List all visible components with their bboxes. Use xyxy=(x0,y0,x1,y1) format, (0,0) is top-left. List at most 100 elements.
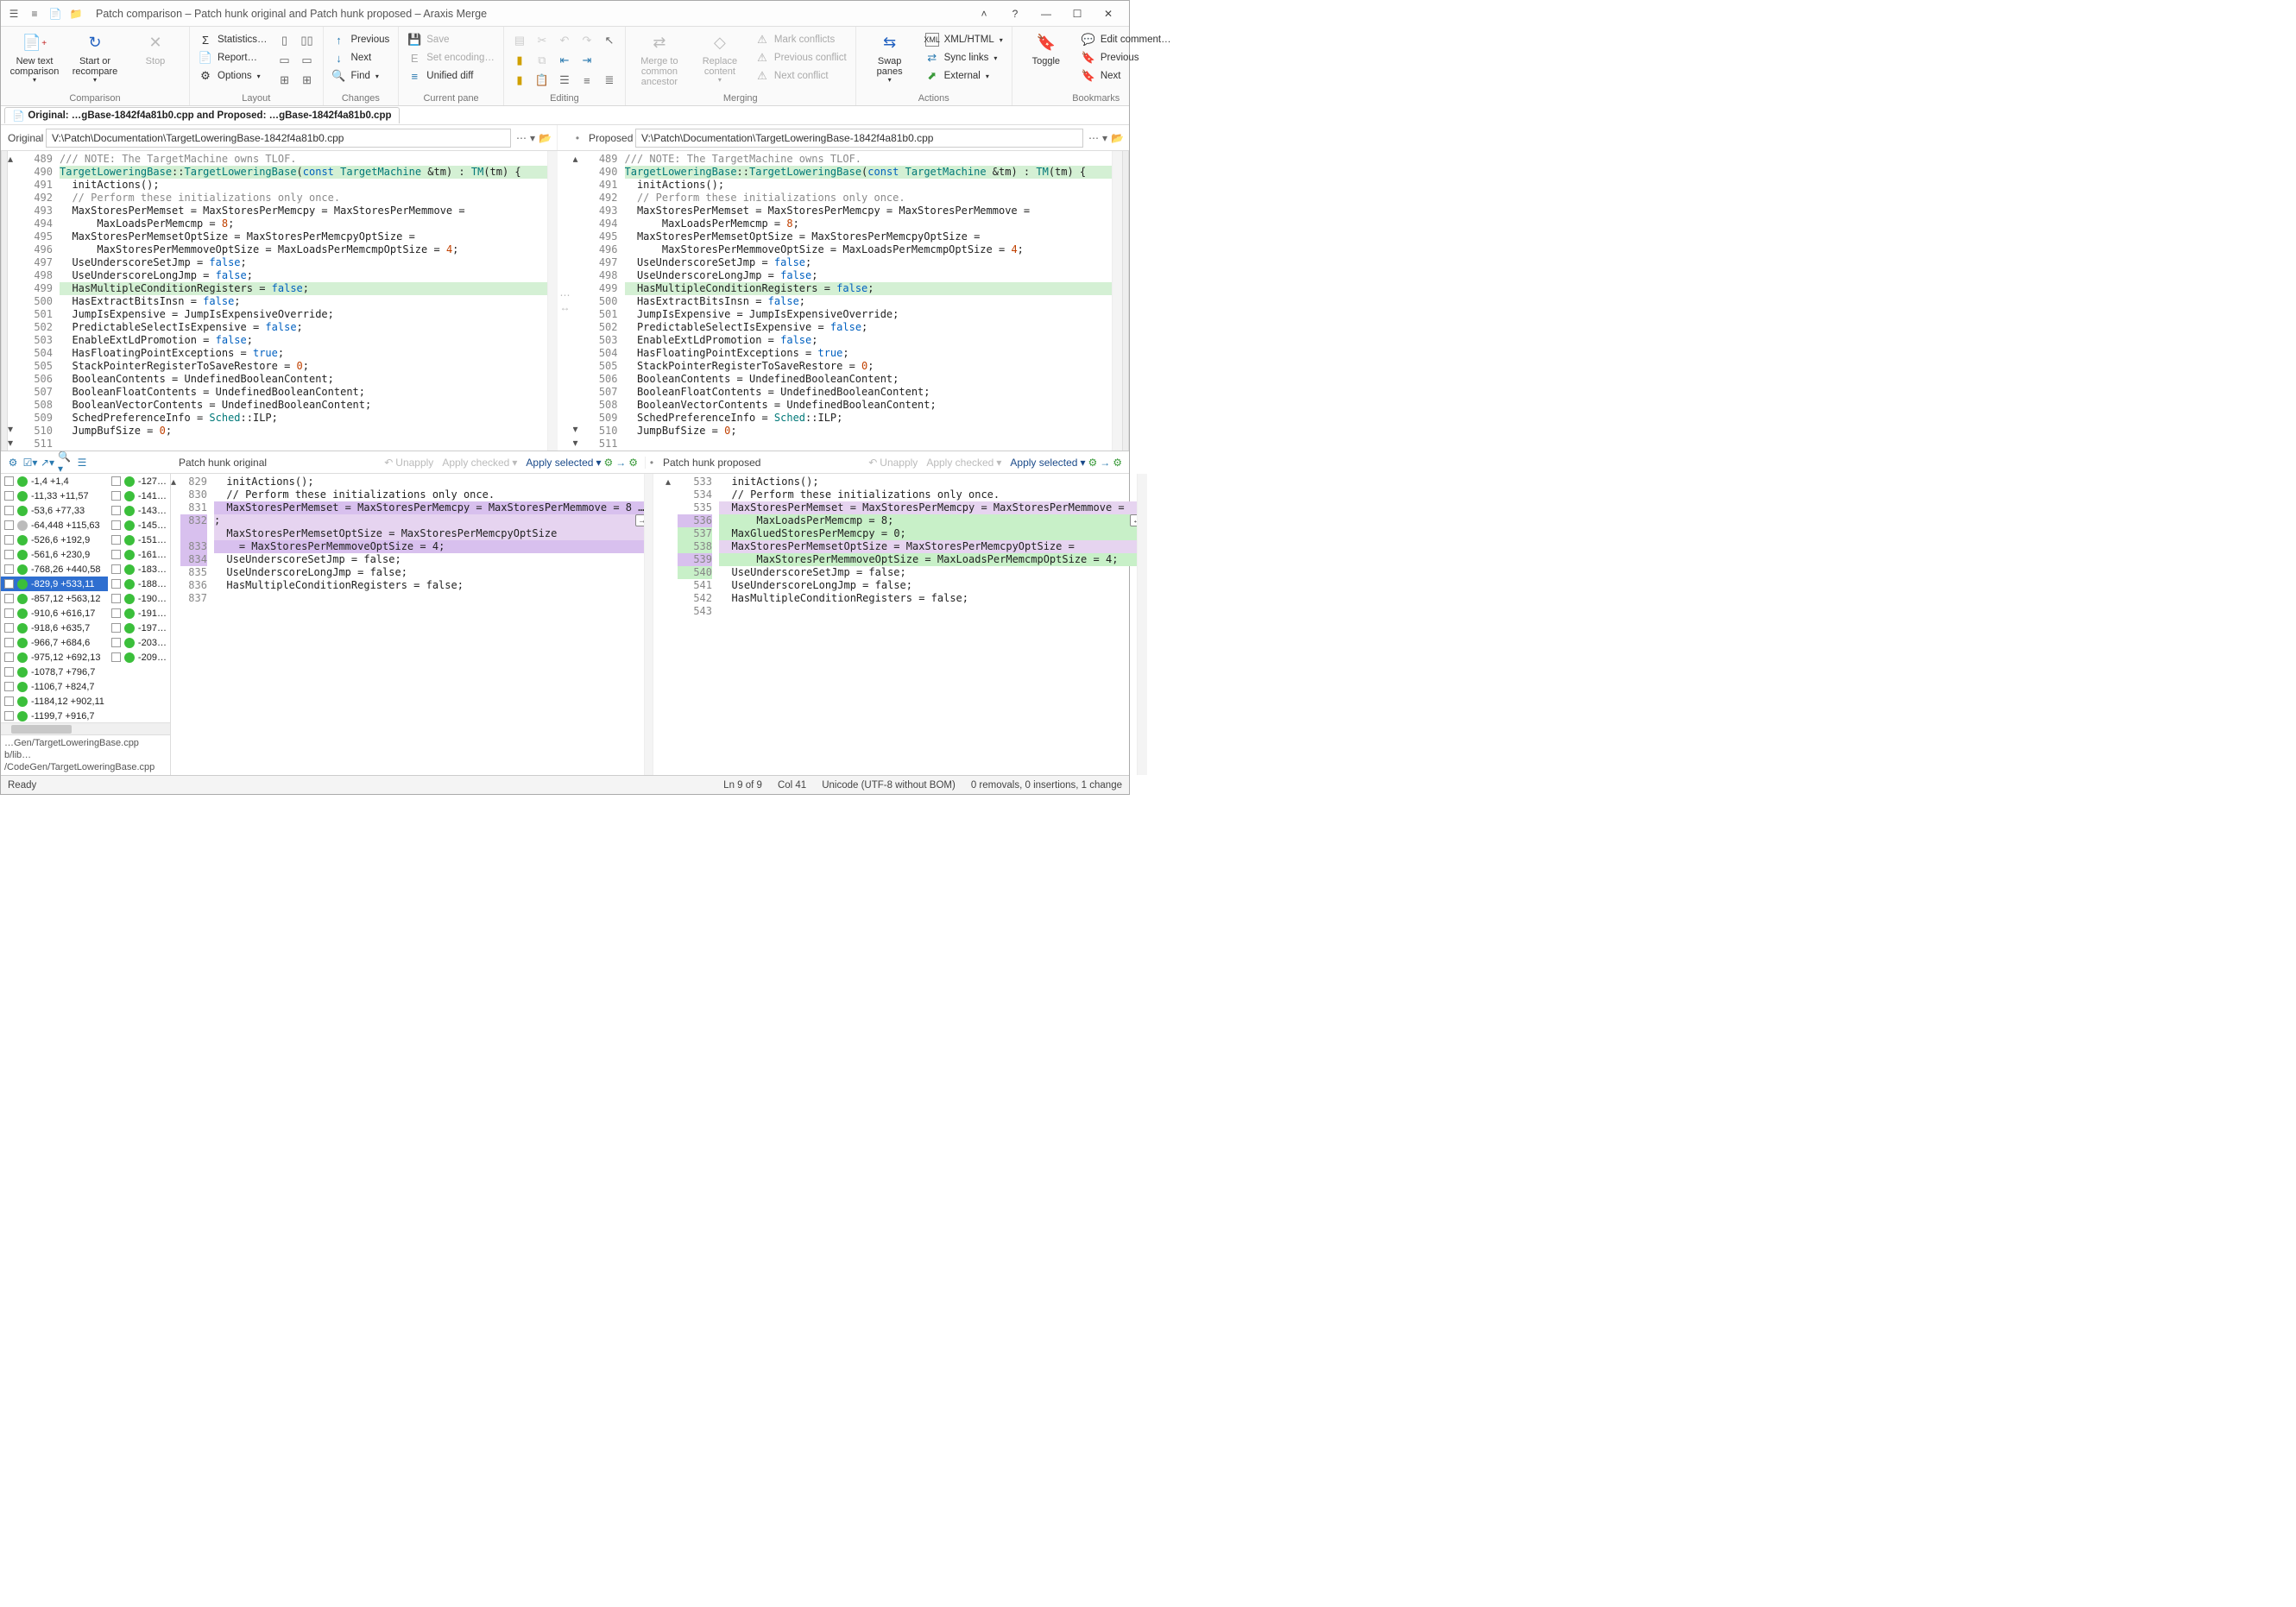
hunk-row[interactable]: -191… xyxy=(108,606,170,621)
hunk-row[interactable]: -151… xyxy=(108,533,170,547)
grip-left[interactable] xyxy=(1,151,8,451)
hunklist-scrollbar[interactable] xyxy=(1,722,170,734)
hunk-row[interactable]: -161… xyxy=(108,547,170,562)
edit-comment-button[interactable]: 💬Edit comment… xyxy=(1080,32,1173,47)
hunk-row[interactable]: -64,448 +115,63 xyxy=(1,518,108,533)
hunk-row[interactable]: -1184,12 +902,11 xyxy=(1,694,108,709)
hamburger-icon[interactable]: ☰ xyxy=(6,6,22,22)
hunk-row[interactable]: -197… xyxy=(108,621,170,635)
hunk-checkbox[interactable] xyxy=(4,579,14,589)
hunk-col-right[interactable]: -127…-141…-143…-145…-151…-161…-183…-188…… xyxy=(108,474,170,722)
hunk-checkbox[interactable] xyxy=(4,550,14,559)
hunk-row[interactable]: -183… xyxy=(108,562,170,577)
scroll-up-icon[interactable]: ▴ xyxy=(8,153,20,165)
hunk-row[interactable]: -127… xyxy=(108,474,170,488)
scroll-up-icon[interactable]: ▴ xyxy=(573,153,585,165)
dropdown-icon[interactable]: ▾ xyxy=(530,132,535,144)
hunk-row[interactable]: -829,9 +533,11 xyxy=(1,577,108,591)
grip-right[interactable] xyxy=(1122,151,1129,451)
hunk-row[interactable]: -143… xyxy=(108,503,170,518)
layout-1col-icon[interactable]: ▯ xyxy=(276,32,293,49)
minimize-button[interactable]: — xyxy=(1031,2,1062,26)
hunk-row[interactable]: -1078,7 +796,7 xyxy=(1,665,108,679)
open-folder-icon[interactable]: 📂 xyxy=(539,132,552,144)
previous-change-button[interactable]: ↑Previous xyxy=(331,32,392,47)
hunk-row[interactable]: -526,6 +192,9 xyxy=(1,533,108,547)
apply-selected-right-button[interactable]: Apply selected ▾ ⚙→⚙ xyxy=(1010,457,1122,469)
open-folder-icon[interactable]: 📂 xyxy=(1111,132,1124,144)
hunk-code-left[interactable]: initActions(); // Perform these initiali… xyxy=(214,474,645,775)
justify-icon[interactable]: ≡ xyxy=(578,72,596,89)
hunk-row[interactable]: -190… xyxy=(108,591,170,606)
hunk-checkbox[interactable] xyxy=(4,623,14,633)
more-icon[interactable]: ⋯ xyxy=(1088,132,1099,144)
scroll-down-icon[interactable]: ▾ xyxy=(8,437,20,449)
hunk-checkbox[interactable] xyxy=(111,550,121,559)
scroll-down-icon[interactable]: ▾ xyxy=(573,437,585,449)
hunk-row[interactable]: -975,12 +692,13 xyxy=(1,650,108,665)
hunk-checkbox[interactable] xyxy=(4,652,14,662)
hunk-checkbox[interactable] xyxy=(111,638,121,647)
find-button[interactable]: 🔍Find ▾ xyxy=(331,68,392,84)
options-button[interactable]: ⚙Options ▾ xyxy=(197,68,269,84)
maximize-button[interactable]: ☐ xyxy=(1062,2,1093,26)
hunk-checkbox[interactable] xyxy=(4,711,14,721)
hunk-checkbox[interactable] xyxy=(111,579,121,589)
hunk-row[interactable]: -966,7 +684,6 xyxy=(1,635,108,650)
hunk-row[interactable]: -141… xyxy=(108,488,170,503)
minimap-proposed[interactable] xyxy=(1112,151,1122,451)
hunk-checkbox[interactable] xyxy=(111,520,121,530)
layout-1row-icon[interactable]: ▭ xyxy=(276,52,293,69)
check-icon[interactable]: ☑▾ xyxy=(23,456,37,469)
hunk-checkbox[interactable] xyxy=(4,667,14,677)
menu-icon[interactable]: ≡ xyxy=(27,6,42,22)
proposed-path-input[interactable] xyxy=(635,129,1083,148)
list-icon[interactable]: ☰ xyxy=(75,456,89,469)
new-text-comparison-button[interactable]: 📄+ New text comparison ▾ xyxy=(8,30,61,85)
original-path-input[interactable] xyxy=(46,129,511,148)
new-file-icon[interactable]: 📄 xyxy=(47,6,63,22)
scroll-down-dbl-icon[interactable]: ▾ xyxy=(573,423,585,435)
layout-grid2-icon[interactable]: ⊞ xyxy=(299,72,316,89)
hunk-row[interactable]: -203… xyxy=(108,635,170,650)
hunk-checkbox[interactable] xyxy=(111,608,121,618)
hunk-row[interactable]: -53,6 +77,33 xyxy=(1,503,108,518)
hunk-checkbox[interactable] xyxy=(111,491,121,501)
hunk-checkbox[interactable] xyxy=(111,594,121,603)
hunk-checkbox[interactable] xyxy=(4,506,14,515)
report-button[interactable]: 📄Report… xyxy=(197,50,269,66)
code-original[interactable]: /// NOTE: The TargetMachine owns TLOF.Ta… xyxy=(60,151,547,451)
hunk-checkbox[interactable] xyxy=(4,682,14,691)
more-icon[interactable]: ⋯ xyxy=(516,132,527,144)
xml-html-button[interactable]: XMLXML/HTML ▾ xyxy=(924,32,1005,47)
hunk-row[interactable]: -11,33 +11,57 xyxy=(1,488,108,503)
help-button[interactable]: ? xyxy=(1000,2,1031,26)
hunk-checkbox[interactable] xyxy=(4,696,14,706)
code-proposed[interactable]: /// NOTE: The TargetMachine owns TLOF.Ta… xyxy=(625,151,1113,451)
scroll-down-dbl-icon[interactable]: ▾ xyxy=(8,423,20,435)
hunk-code-right[interactable]: initActions(); // Perform these initiali… xyxy=(719,474,1137,775)
hunk-row[interactable]: -1,4 +1,4 xyxy=(1,474,108,488)
center-gap[interactable]: ⋯↔ xyxy=(558,151,573,451)
filter-icon[interactable]: ⚙ xyxy=(6,456,20,469)
next-bookmark-button[interactable]: 🔖Next xyxy=(1080,68,1173,84)
hunk-row[interactable]: -1106,7 +824,7 xyxy=(1,679,108,694)
list-icon[interactable]: ☰ xyxy=(556,72,573,89)
hunk-checkbox[interactable] xyxy=(4,476,14,486)
hunk-checkbox[interactable] xyxy=(4,564,14,574)
sync-links-button[interactable]: ⇄Sync links ▾ xyxy=(924,50,1005,66)
marker-icon[interactable]: ▮ xyxy=(511,72,528,89)
swap-panes-button[interactable]: ⇆ Swap panes ▾ xyxy=(863,30,917,85)
hunk-checkbox[interactable] xyxy=(111,623,121,633)
align-icon[interactable]: ≣ xyxy=(601,72,618,89)
scroll-up-icon[interactable]: ▴ xyxy=(665,476,678,488)
hunk-checkbox[interactable] xyxy=(111,564,121,574)
hunk-row[interactable]: -145… xyxy=(108,518,170,533)
link-icon[interactable]: ↗▾ xyxy=(41,456,54,469)
hunk-code-proposed[interactable]: ▴ 533534535536537538539540541542543 init… xyxy=(665,474,1147,775)
hunk-checkbox[interactable] xyxy=(4,594,14,603)
collapse-ribbon-button[interactable]: ˄ xyxy=(968,2,1000,26)
toggle-bookmark-button[interactable]: 🔖 Toggle xyxy=(1019,30,1073,66)
layout-2col-icon[interactable]: ▯▯ xyxy=(299,32,316,49)
hunk-checkbox[interactable] xyxy=(111,506,121,515)
